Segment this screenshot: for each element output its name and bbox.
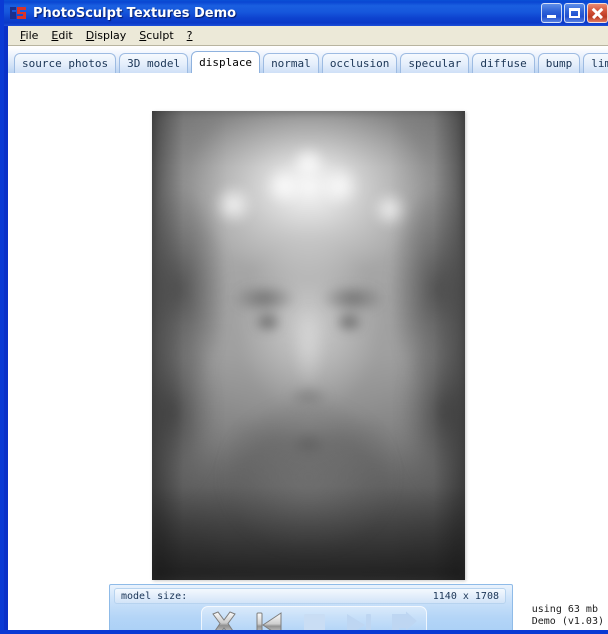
tab-3d-model[interactable]: 3D model: [119, 53, 189, 73]
tab-bump[interactable]: bump: [537, 53, 581, 73]
model-size-bar: model size: 1140 x 1708: [114, 588, 506, 604]
tab-displace[interactable]: displace: [191, 51, 261, 73]
preview-canvas[interactable]: [8, 73, 608, 584]
cross-x-icon: [206, 610, 242, 630]
menu-item-sculpt[interactable]: Sculpt: [133, 28, 180, 43]
tab-diffuse[interactable]: diffuse: [472, 53, 535, 73]
menu-item-file[interactable]: File: [14, 28, 45, 43]
menu-item-help[interactable]: ?: [181, 28, 200, 43]
menu-bar: File Edit Display Sculpt ?: [8, 26, 608, 46]
title-bar[interactable]: PhotoSculpt Textures Demo: [4, 0, 608, 26]
status-readout: using 63 mb Demo (v1.03): [532, 604, 604, 628]
tab-specular[interactable]: specular: [400, 53, 470, 73]
displacement-map-preview[interactable]: [152, 111, 465, 580]
stop-square-icon: [296, 610, 332, 630]
model-size-value: 1140 x 1708: [432, 590, 499, 602]
tab-source-photos[interactable]: source photos: [14, 53, 117, 73]
tab-occlusion[interactable]: occlusion: [321, 53, 398, 73]
export-tool-button[interactable]: [381, 610, 426, 630]
close-button[interactable]: [587, 3, 608, 23]
client-area: File Edit Display Sculpt ? source photos…: [8, 26, 608, 630]
tool-icon-tray: erase: [201, 606, 427, 630]
skip-to-end-icon: [341, 610, 377, 630]
ps-logo-icon: [8, 4, 30, 22]
minimize-button[interactable]: [541, 3, 562, 23]
arrow-right-flag-icon: [386, 610, 422, 630]
map-vignette-layer: [152, 111, 465, 580]
advance-tool-button[interactable]: [336, 610, 381, 630]
memory-usage-text: using 63 mb: [531, 604, 598, 615]
model-tools-panel: model size: 1140 x 1708: [109, 584, 513, 630]
window-title: PhotoSculpt Textures Demo: [33, 5, 237, 21]
model-size-label: model size:: [121, 590, 188, 602]
window-controls: [541, 3, 608, 23]
reduce-tool-button[interactable]: reduce: [247, 610, 292, 630]
tab-lim-disp[interactable]: lim. disp: [583, 53, 608, 73]
application-window: PhotoSculpt Textures Demo File Edit Disp…: [0, 0, 608, 634]
menu-item-display[interactable]: Display: [80, 28, 134, 43]
skip-to-start-icon: [251, 610, 287, 630]
tab-normal[interactable]: normal: [263, 53, 319, 73]
erase-tool-button[interactable]: erase: [202, 610, 247, 630]
maximize-button[interactable]: [564, 3, 585, 23]
stop-tool-button[interactable]: [292, 610, 337, 630]
tab-bar: source photos 3D model displace normal o…: [8, 47, 608, 73]
menu-item-edit[interactable]: Edit: [45, 28, 79, 43]
version-text: Demo (v1.03): [531, 616, 604, 627]
